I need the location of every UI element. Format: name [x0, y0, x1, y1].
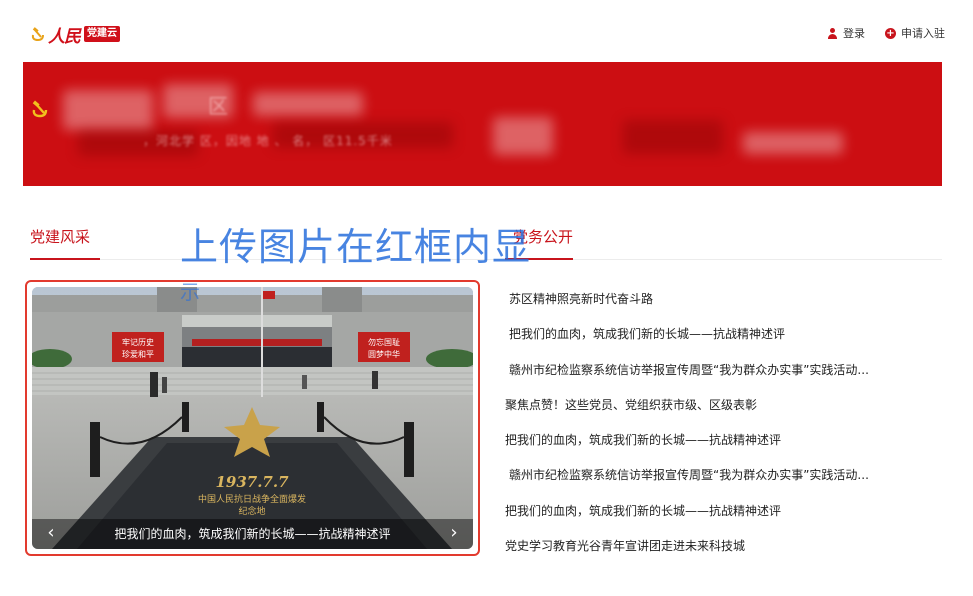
top-banner[interactable]: 区 ，河北学 区，因地 地 、 名， 区11.5千米 [23, 62, 942, 186]
upload-hint-text-cont: 示 [180, 280, 200, 304]
news-item[interactable]: 把我们的血肉，筑成我们新的长城——抗战精神述评 [505, 500, 950, 535]
monument-line2: 纪念地 [238, 505, 265, 517]
news-item[interactable]: 把我们的血肉，筑成我们新的长城——抗战精神述评 [505, 429, 950, 464]
logo-badge: 党建云 [84, 26, 120, 42]
news-item[interactable]: 聚焦点赞！这些党员、党组织获市级、区级表彰 [505, 394, 950, 429]
login-link[interactable]: 登录 [827, 25, 865, 41]
image-carousel[interactable]: 牢记历史 珍爱和平 勿忘国耻 圆梦中华 1937.7.7 中国人民抗日战争全面爆… [32, 287, 473, 549]
monument-line1: 中国人民抗日战争全面爆发 [198, 493, 306, 505]
chevron-right-icon[interactable]: › [439, 519, 469, 549]
sign-left-line1: 牢记历史 [122, 337, 154, 347]
banner-title: 区 [208, 94, 228, 118]
banner-hammer-sickle-icon [31, 100, 49, 118]
site-logo[interactable]: 人民 党建云 [30, 24, 120, 47]
news-item[interactable]: 党史学习教育光谷青年宣讲团走进未来科技城 [505, 535, 950, 570]
news-item[interactable]: 赣州市纪检监察系统信访举报宣传周暨“我为群众办实事”实践活动... [505, 464, 950, 499]
sign-right-line2: 圆梦中华 [368, 349, 400, 359]
plus-circle-icon: + [885, 27, 896, 39]
banner-subtitle: ，河北学 区，因地 地 、 名， 区11.5千米 [143, 134, 393, 148]
logo-text: 人民 [48, 26, 81, 47]
apply-link[interactable]: + 申请入驻 [885, 25, 945, 41]
sign-left-line2: 珍爱和平 [122, 349, 154, 359]
carousel-frame: 牢记历史 珍爱和平 勿忘国耻 圆梦中华 1937.7.7 中国人民抗日战争全面爆… [25, 280, 480, 556]
apply-label: 申请入驻 [901, 27, 945, 40]
news-item[interactable]: 把我们的血肉，筑成我们新的长城——抗战精神述评 [505, 323, 950, 358]
chevron-left-icon[interactable]: ‹ [36, 519, 66, 549]
sign-right-line1: 勿忘国耻 [368, 337, 400, 347]
user-icon [827, 27, 838, 39]
carousel-caption[interactable]: 把我们的血肉，筑成我们新的长城——抗战精神述评 [32, 519, 473, 549]
news-list: 苏区精神照亮新时代奋斗路 把我们的血肉，筑成我们新的长城——抗战精神述评 赣州市… [505, 288, 950, 570]
login-label: 登录 [843, 27, 865, 40]
news-item[interactable]: 苏区精神照亮新时代奋斗路 [505, 288, 950, 323]
upload-hint-text: 上传图片在红框内显 [180, 225, 532, 269]
hammer-sickle-icon [30, 26, 46, 42]
tab-party-style[interactable]: 党建风采 [30, 226, 100, 260]
news-item[interactable]: 赣州市纪检监察系统信访举报宣传周暨“我为群众办实事”实践活动... [505, 359, 950, 394]
top-links: 登录 + 申请入驻 [827, 25, 945, 41]
carousel-image: 牢记历史 珍爱和平 勿忘国耻 圆梦中华 1937.7.7 中国人民抗日战争全面爆… [32, 287, 473, 549]
monument-date: 1937.7.7 [215, 473, 289, 491]
